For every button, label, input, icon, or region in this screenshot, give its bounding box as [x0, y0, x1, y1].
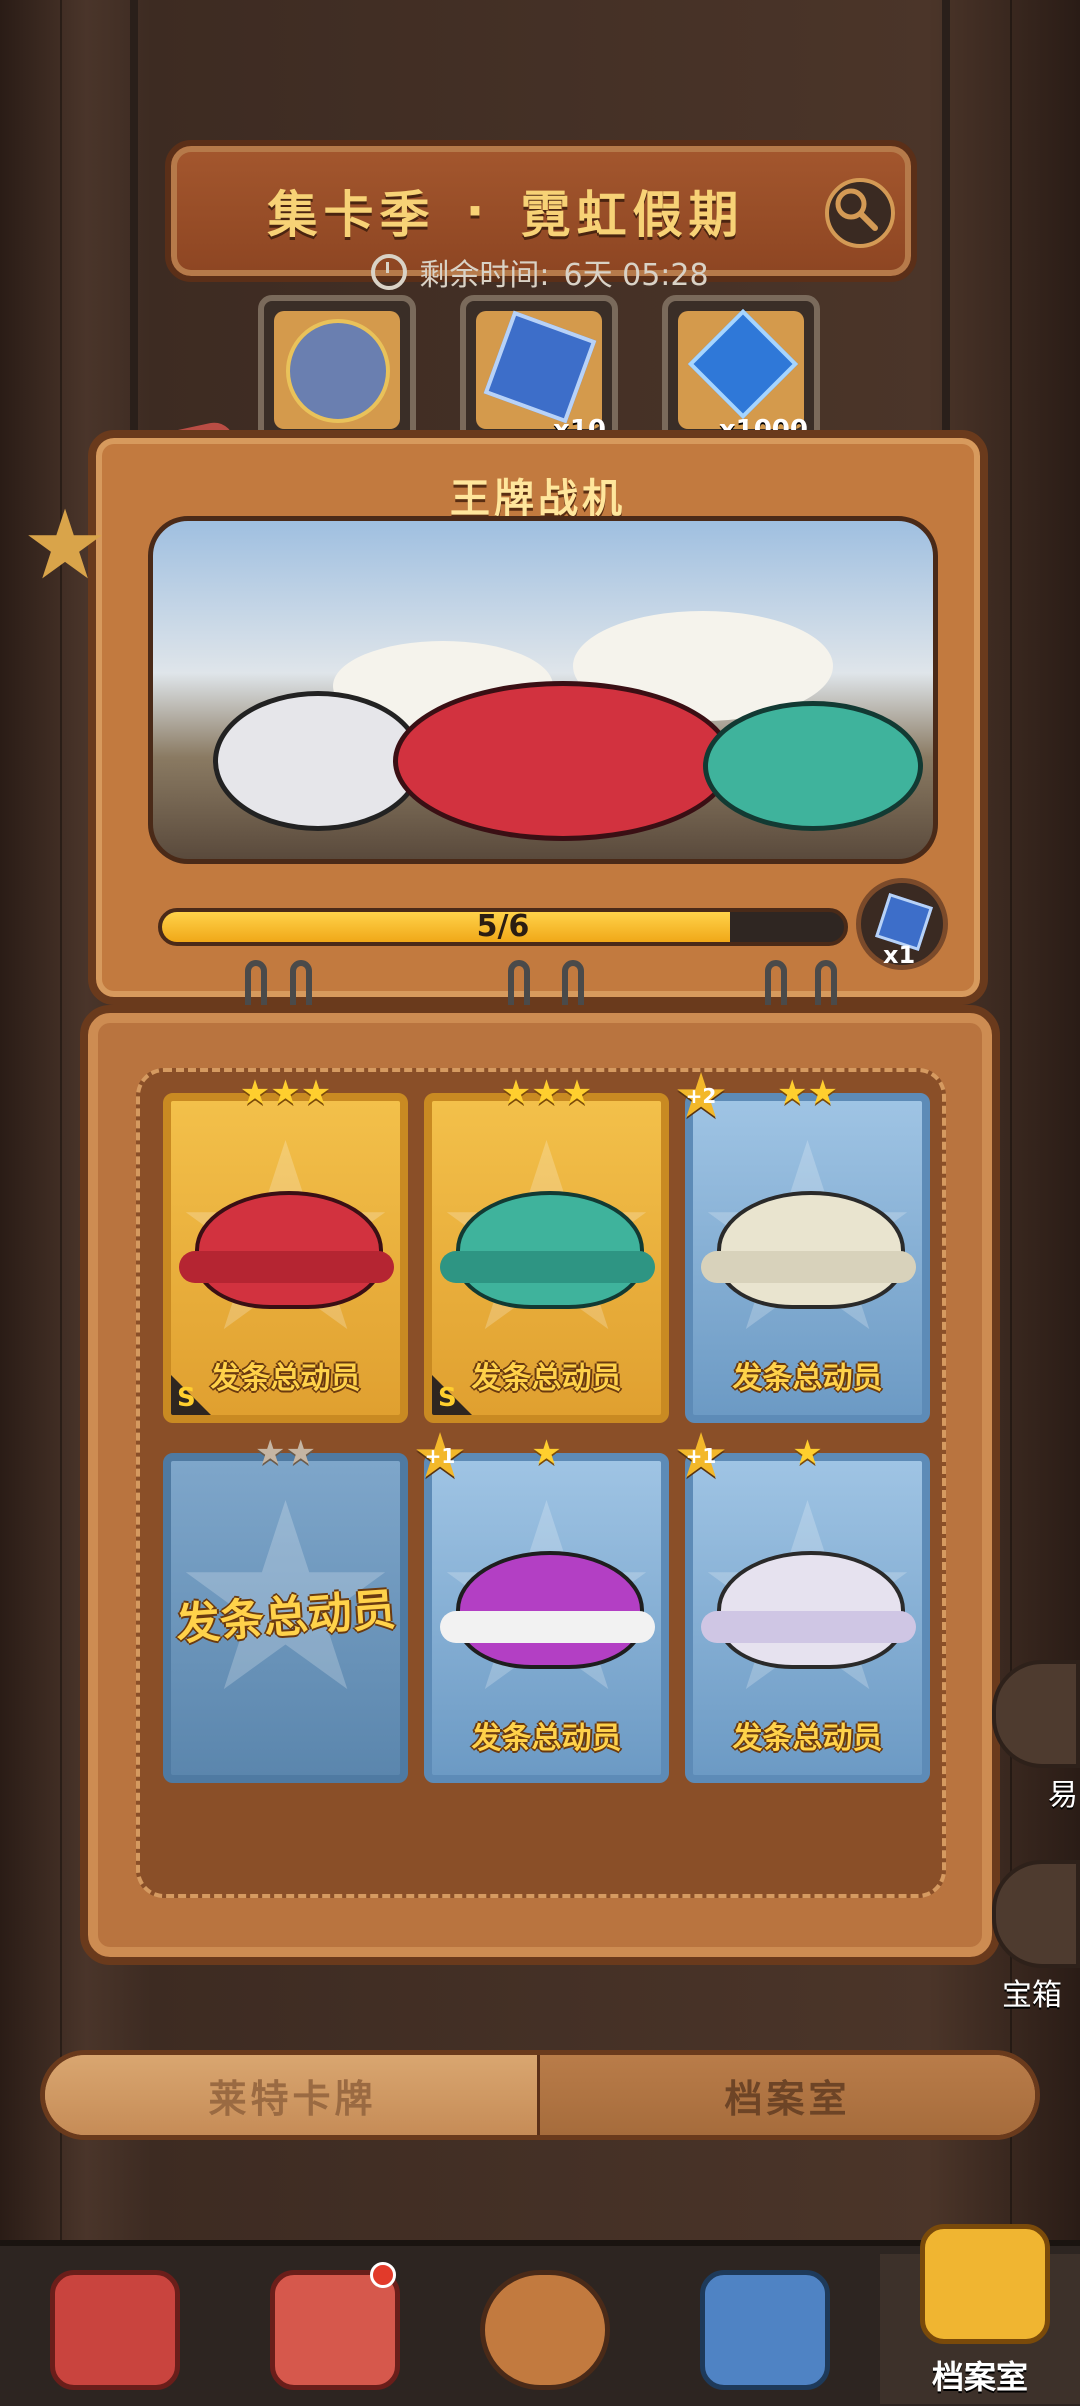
season-timer: 剩余时间: 6天 05:28 — [0, 250, 1080, 294]
rank-letter: S — [438, 1383, 457, 1413]
card-star-rating: ★★★ — [239, 1073, 332, 1113]
side-button-label: 易 — [1048, 1778, 1078, 1813]
wall-plank — [1010, 0, 1012, 2400]
season-title-right: 霓虹假期 — [520, 186, 745, 244]
card-slot-5[interactable]: ★ 发条总动员 — [424, 1453, 669, 1783]
notification-dot — [370, 2262, 396, 2288]
side-button-exchange[interactable] — [992, 1660, 1080, 1768]
magnifier-icon — [835, 188, 878, 231]
card-brand: 发条总动员 — [210, 1361, 361, 1396]
timer-label: 剩余时间: — [419, 258, 550, 293]
nav-item-home[interactable] — [450, 2254, 630, 2404]
view-toggle: 莱特卡牌 档案室 — [40, 2050, 1040, 2140]
season-title-left: 集卡季 — [267, 186, 436, 244]
red-plane — [393, 681, 733, 841]
card-brand: 发条总动员 — [732, 1721, 883, 1756]
nav-item-shop[interactable] — [20, 2254, 200, 2404]
card-slot-4-locked[interactable]: ★ 发条总动员 — [163, 1453, 408, 1783]
bottom-nav: 档案室 — [0, 2224, 1080, 2406]
tab-light-cards[interactable]: 莱特卡牌 — [45, 2055, 540, 2135]
duplicate-count: +1 — [424, 1444, 456, 1468]
card-slot-3[interactable]: ★ 发条总动员 — [685, 1093, 930, 1423]
plane-wing — [179, 1251, 394, 1283]
side-button-chest[interactable] — [992, 1860, 1080, 1968]
completion-reward[interactable]: x1 — [856, 878, 948, 970]
duplicate-count: +1 — [685, 1444, 717, 1468]
plane-art — [456, 1191, 644, 1309]
plane-wing — [701, 1251, 916, 1283]
pilot-helmet-icon — [700, 2270, 830, 2390]
timer-value: 6天 05:28 — [563, 258, 709, 293]
reward-slot-avatar[interactable] — [258, 295, 416, 445]
card-slot-2[interactable]: ★ 发条总动员 S — [424, 1093, 669, 1423]
card-slot-6[interactable]: ★ 发条总动员 — [685, 1453, 930, 1783]
star-icon: ★ — [21, 489, 109, 601]
tab-label: 莱特卡牌 — [208, 2076, 377, 2121]
duplicate-badge: ★ +1 — [412, 1419, 468, 1492]
tab-label: 档案室 — [724, 2076, 851, 2121]
nav-item-archive[interactable]: 档案室 — [880, 2224, 1080, 2404]
radio-box-icon — [270, 2270, 400, 2390]
card-album: ★ 发条总动员 S ★ 发条总动员 S ★ 发条总动员 ★ 发条总动员 ★ 发条… — [80, 1005, 1000, 1965]
progress-text: 5/6 — [476, 909, 530, 944]
plane-art — [195, 1191, 383, 1309]
duplicate-count: +2 — [685, 1084, 717, 1108]
title-separator: · — [465, 182, 491, 240]
card-brand: 发条总动员 — [471, 1721, 622, 1756]
plane-wing — [701, 1611, 916, 1643]
collection-panel: 王牌战机 5/6 x1 — [88, 430, 988, 1005]
white-plane — [213, 691, 423, 831]
plane-wing — [440, 1611, 655, 1643]
reward-slot-cube[interactable]: x10 — [460, 295, 618, 445]
plane-wing — [440, 1251, 655, 1283]
card-star-rating: ★★ — [255, 1433, 316, 1473]
collection-progress-bar: 5/6 — [158, 908, 848, 946]
magnifier-button[interactable] — [825, 178, 895, 248]
duplicate-badge: ★ +1 — [673, 1419, 729, 1492]
tab-archive[interactable]: 档案室 — [537, 2055, 1035, 2135]
card-star-rating: ★★★ — [500, 1073, 593, 1113]
treasure-box-icon — [50, 2270, 180, 2390]
reward-slot-gem[interactable]: x1000 — [662, 295, 820, 445]
control-panel-icon — [480, 2270, 610, 2390]
duplicate-badge: ★ +2 — [673, 1059, 729, 1132]
plane-art — [456, 1551, 644, 1669]
avatar-icon — [286, 319, 390, 423]
side-button-label: 宝箱 — [1002, 1978, 1062, 2013]
teal-plane — [703, 701, 923, 831]
card-brand: 发条总动员 — [732, 1361, 883, 1396]
nav-item-mailbox[interactable] — [240, 2254, 420, 2404]
nav-label: 档案室 — [931, 2358, 1028, 2396]
completion-reward-count: x1 — [883, 941, 916, 969]
plane-art — [717, 1551, 905, 1669]
collection-artwork — [148, 516, 938, 864]
plane-art — [717, 1191, 905, 1309]
wall-plank — [60, 0, 62, 2400]
card-slot-1[interactable]: ★ 发条总动员 S — [163, 1093, 408, 1423]
nav-item-garage[interactable] — [670, 2254, 850, 2404]
archive-box-icon — [920, 2224, 1050, 2344]
clock-icon — [371, 254, 408, 290]
card-brand: 发条总动员 — [471, 1361, 622, 1396]
rank-letter: S — [177, 1383, 196, 1413]
